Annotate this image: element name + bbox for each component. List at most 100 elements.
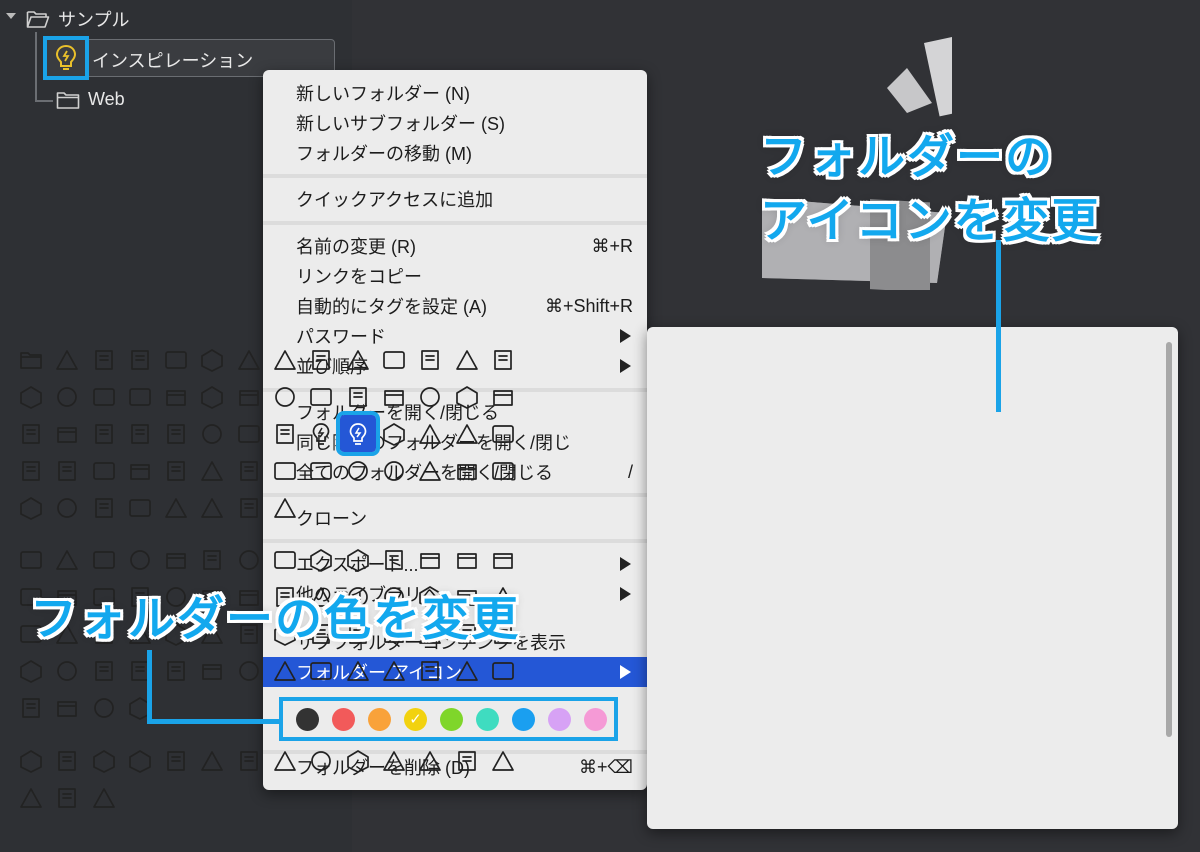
- folder-icon[interactable]: [13, 341, 49, 378]
- line-chart-icon[interactable]: [376, 541, 412, 578]
- pie-chart-icon[interactable]: [303, 541, 339, 578]
- 2d-icon[interactable]: [412, 541, 448, 578]
- dog-icon[interactable]: [86, 742, 122, 779]
- graduation-cap-icon[interactable]: [49, 415, 85, 452]
- gear-icon[interactable]: [13, 415, 49, 452]
- 3d-icon[interactable]: [449, 541, 485, 578]
- aperture-icon[interactable]: [158, 378, 194, 415]
- grid-icon[interactable]: [122, 341, 158, 378]
- heart-broken-icon[interactable]: [485, 415, 521, 452]
- briefcase-icon[interactable]: [194, 341, 230, 378]
- ring-icon[interactable]: [412, 652, 448, 689]
- diamond-icon[interactable]: [49, 489, 85, 526]
- chip-icon[interactable]: [194, 541, 230, 578]
- trophy-icon[interactable]: [485, 652, 521, 689]
- hand-icon[interactable]: [49, 779, 85, 816]
- wallet-icon[interactable]: [122, 489, 158, 526]
- alert-icon[interactable]: [412, 452, 448, 489]
- menu-move-folder[interactable]: フォルダーの移動 (M): [263, 138, 647, 168]
- library-icon[interactable]: [49, 378, 85, 415]
- angel-icon[interactable]: [485, 742, 521, 779]
- user-group-icon[interactable]: [231, 742, 267, 779]
- cabinet-icon[interactable]: [49, 652, 85, 689]
- download-icon[interactable]: [122, 452, 158, 489]
- brain-icon[interactable]: [86, 779, 122, 816]
- upload-icon[interactable]: [86, 452, 122, 489]
- calendar-7-icon[interactable]: [231, 489, 267, 526]
- watch-icon[interactable]: [158, 489, 194, 526]
- color-swatch[interactable]: [584, 707, 607, 731]
- crown-icon[interactable]: [449, 652, 485, 689]
- music-icon[interactable]: [449, 341, 485, 378]
- command-icon[interactable]: [340, 452, 376, 489]
- id-card-icon[interactable]: [194, 415, 230, 452]
- sword-icon[interactable]: [267, 652, 303, 689]
- tablet-icon[interactable]: [86, 541, 122, 578]
- dollar-doc-icon[interactable]: [158, 452, 194, 489]
- question-icon[interactable]: [449, 452, 485, 489]
- chrome-icon[interactable]: [267, 541, 303, 578]
- devil-icon[interactable]: [13, 779, 49, 816]
- mail-icon[interactable]: [158, 415, 194, 452]
- dollar-icon[interactable]: [485, 452, 521, 489]
- menu-quick-access[interactable]: クイックアクセスに追加: [263, 184, 647, 214]
- utensils-icon[interactable]: [485, 378, 521, 415]
- image-icon[interactable]: [231, 341, 267, 378]
- presentation-icon[interactable]: [86, 378, 122, 415]
- search-icon[interactable]: [303, 452, 339, 489]
- cone-icon[interactable]: [86, 415, 122, 452]
- facebook-icon[interactable]: [49, 689, 85, 726]
- layers-icon[interactable]: [158, 341, 194, 378]
- badge-icon[interactable]: [340, 652, 376, 689]
- skull-icon[interactable]: [376, 742, 412, 779]
- collapse-caret-icon[interactable]: [6, 13, 16, 19]
- neutral-icon[interactable]: [303, 742, 339, 779]
- folder-bulb-icon-highlight[interactable]: [43, 36, 89, 80]
- bell-icon[interactable]: [340, 378, 376, 415]
- eye-icon[interactable]: [13, 742, 49, 779]
- phone-icon[interactable]: [49, 541, 85, 578]
- laugh-icon[interactable]: [412, 742, 448, 779]
- tv-icon[interactable]: [158, 541, 194, 578]
- dollar-doc2-icon[interactable]: [194, 452, 230, 489]
- tree-item-sample[interactable]: サンプル: [26, 6, 129, 32]
- window-icon[interactable]: [13, 541, 49, 578]
- film-icon[interactable]: [412, 341, 448, 378]
- menu-new-subfolder[interactable]: 新しいサブフォルダー (S): [263, 108, 647, 138]
- medal-icon[interactable]: [376, 652, 412, 689]
- bar-chart-icon[interactable]: [340, 541, 376, 578]
- thumbs-down-icon[interactable]: [412, 415, 448, 452]
- calendar-31-icon[interactable]: [267, 489, 303, 526]
- grin-icon[interactable]: [449, 742, 485, 779]
- yen-icon[interactable]: [13, 489, 49, 526]
- paperclip-icon[interactable]: [194, 378, 230, 415]
- basketball-icon[interactable]: [122, 415, 158, 452]
- users-icon[interactable]: [194, 742, 230, 779]
- camera-icon[interactable]: [122, 378, 158, 415]
- star-icon[interactable]: [13, 452, 49, 489]
- lifebuoy-icon[interactable]: [376, 378, 412, 415]
- coffee-icon[interactable]: [231, 415, 267, 452]
- home-icon[interactable]: [122, 652, 158, 689]
- plus-badge-icon[interactable]: [231, 452, 267, 489]
- sad-icon[interactable]: [340, 742, 376, 779]
- bulb-selected-icon[interactable]: [335, 411, 380, 456]
- thumbs-up-icon[interactable]: [376, 415, 412, 452]
- gift-icon[interactable]: [13, 689, 49, 726]
- color-swatch[interactable]: [548, 707, 571, 731]
- scissors-icon[interactable]: [231, 378, 267, 415]
- user-icon[interactable]: [158, 742, 194, 779]
- cube-icon[interactable]: [86, 341, 122, 378]
- building-icon[interactable]: [194, 652, 230, 689]
- heart-icon[interactable]: [449, 415, 485, 452]
- photo-icon[interactable]: [267, 341, 303, 378]
- tree-item-inspiration[interactable]: インスピレーション: [92, 47, 253, 73]
- menu-auto-tag[interactable]: 自動的にタグを設定 (A) ⌘+Shift+R: [263, 291, 647, 321]
- tree-item-web[interactable]: Web: [56, 89, 125, 110]
- monitor-icon[interactable]: [122, 541, 158, 578]
- camera-video-icon[interactable]: [376, 341, 412, 378]
- twitter-icon[interactable]: [86, 689, 122, 726]
- bear-icon[interactable]: [49, 742, 85, 779]
- pen-nib-icon[interactable]: [412, 378, 448, 415]
- smile-icon[interactable]: [267, 742, 303, 779]
